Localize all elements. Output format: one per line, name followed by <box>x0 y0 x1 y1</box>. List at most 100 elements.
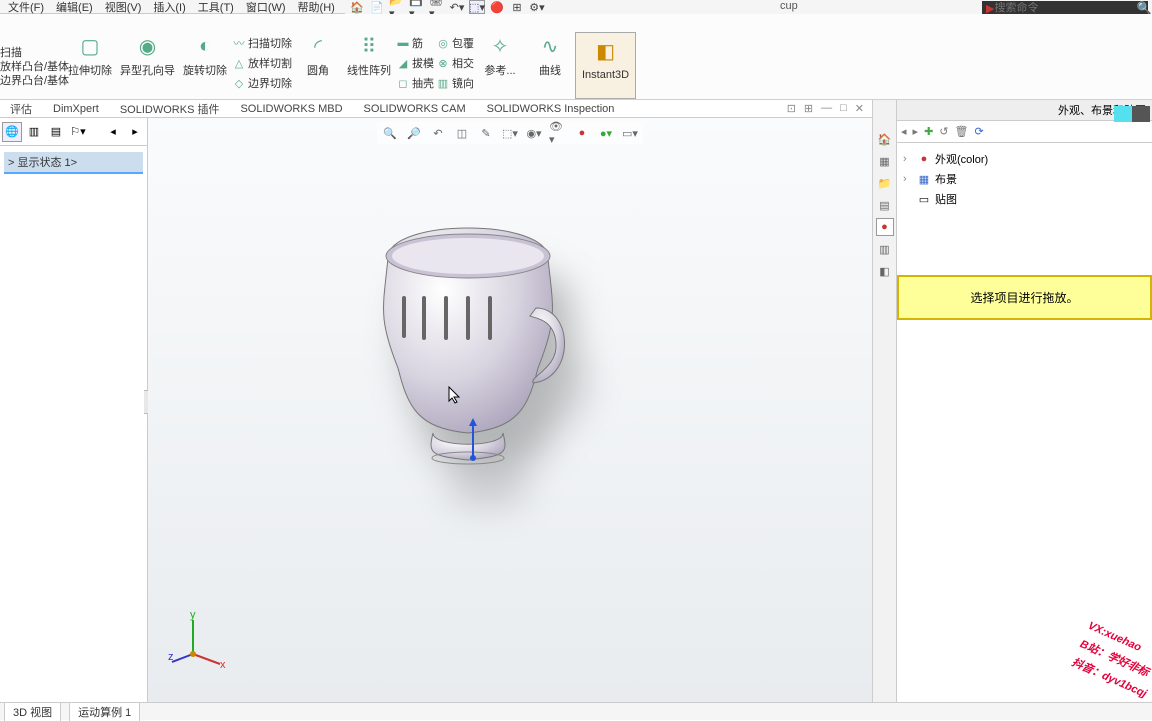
section-view-icon[interactable]: ◫ <box>453 124 471 142</box>
fillet-group[interactable]: ◜ 圆角 <box>293 32 343 99</box>
svg-text:y: y <box>190 612 196 621</box>
tree-nav-left-icon[interactable]: ◂ <box>103 122 123 142</box>
hole-wizard-group[interactable]: ◉ 异型孔向导 <box>116 32 179 99</box>
cup-model[interactable] <box>358 218 578 478</box>
dimxpert-manager-tab-icon[interactable]: ⚐▾ <box>68 122 88 142</box>
mirror-icon: ▥ <box>436 76 450 90</box>
tp-history-icon[interactable]: ↺ <box>939 125 948 138</box>
linear-pattern-icon: ⠿ <box>353 32 385 60</box>
open-icon[interactable]: 📂▾ <box>389 0 405 14</box>
appearance-tree[interactable]: ›●外观(color) ›▦布景 ▭贴图 <box>897 143 1152 215</box>
ref-geometry-group[interactable]: ✧ 参考... <box>475 32 525 99</box>
shell-button[interactable]: ◻抽壳 <box>395 74 435 92</box>
tp-file-explorer-icon[interactable]: 📁 <box>876 174 894 192</box>
search-icon[interactable]: 🔍 <box>1136 1 1151 15</box>
tree-nav-right-icon[interactable]: ▸ <box>125 122 145 142</box>
appearance-tree-color[interactable]: ›●外观(color) <box>903 149 1146 169</box>
undo-icon[interactable]: ↶▾ <box>449 0 465 14</box>
ref-geometry-icon: ✧ <box>484 32 516 60</box>
prev-view-icon[interactable]: ↶ <box>429 124 447 142</box>
instant3d-button[interactable]: ◧ Instant3D <box>575 32 636 99</box>
revolve-cut-group[interactable]: ◐ 旋转切除 <box>179 32 231 99</box>
view-orientation-icon[interactable]: ⬚▾ <box>501 124 519 142</box>
command-manager-tabs: 评估 DimXpert SOLIDWORKS 插件 SOLIDWORKS MBD… <box>0 100 872 118</box>
tp-view-palette-icon[interactable]: ▤ <box>876 196 894 214</box>
tab-dimxpert[interactable]: DimXpert <box>43 101 110 117</box>
ribbon-left-labels: 扫描 放样凸台/基体 边界凸台/基体 <box>0 46 60 88</box>
wrap-button[interactable]: ◎包覆 <box>435 34 475 52</box>
bottom-tab-3dview[interactable]: 3D 视图 <box>4 702 61 721</box>
viewport-split-icon[interactable]: ⊞ <box>804 102 813 115</box>
tp-resources-icon[interactable]: 🏠 <box>876 130 894 148</box>
viewport-window-controls: ⊡ ⊞ — □ ✕ <box>787 102 872 115</box>
options-icon[interactable]: ⊞ <box>509 0 525 14</box>
tp-back-icon[interactable]: ◂ <box>901 125 907 138</box>
bottom-tab-bar: 3D 视图 运动算例 1 <box>0 702 1152 720</box>
intersect-button[interactable]: ⊗相交 <box>435 54 475 72</box>
feature-tree-tab-icon[interactable]: 🌐 <box>2 122 22 142</box>
tp-custom-props-icon[interactable]: ▥ <box>876 240 894 258</box>
tp-delete-icon[interactable]: 🗑 <box>955 125 969 138</box>
taskpane-corner-swatch[interactable] <box>1114 106 1150 122</box>
edit-appearance-icon[interactable]: ● <box>573 124 591 142</box>
loft-cut-button[interactable]: △放样切割 <box>231 54 293 72</box>
display-style-icon[interactable]: ◉▾ <box>525 124 543 142</box>
extrude-cut-icon: ▢ <box>74 32 106 60</box>
graphics-viewport[interactable]: 🔍 🔎 ↶ ◫ ✎ ⬚▾ ◉▾ 👁▾ ● ●▾ ▭▾ <box>148 118 872 702</box>
hide-show-items-icon[interactable]: 👁▾ <box>549 124 567 142</box>
search-input[interactable] <box>994 2 1136 14</box>
tp-appearances-icon[interactable]: ● <box>876 218 894 236</box>
curves-group[interactable]: ∿ 曲线 <box>525 32 575 99</box>
zoom-area-icon[interactable]: 🔎 <box>405 124 423 142</box>
settings-icon[interactable]: ⚙▾ <box>529 0 545 14</box>
sweep-cut-button[interactable]: 〰扫描切除 <box>231 34 293 52</box>
world-triad-icon: y x z <box>168 612 228 672</box>
appearance-tree-scene[interactable]: ›▦布景 <box>903 169 1146 189</box>
appearance-tree-decal[interactable]: ▭贴图 <box>903 189 1146 209</box>
task-pane-tabs: 🏠 ▦ 📁 ▤ ● ▥ ◧ <box>873 100 897 702</box>
feature-tree[interactable]: > 显示状态 1> <box>0 146 147 180</box>
tab-plugins[interactable]: SOLIDWORKS 插件 <box>110 99 231 119</box>
viewport-minimize-icon[interactable]: — <box>821 102 832 115</box>
tab-inspection[interactable]: SOLIDWORKS Inspection <box>477 101 626 117</box>
draft-button[interactable]: ◢拔模 <box>395 54 435 72</box>
command-search[interactable]: ▶ 🔍 <box>982 1 1148 15</box>
tab-cam[interactable]: SOLIDWORKS CAM <box>354 101 477 117</box>
tp-refresh-icon[interactable]: ⟳ <box>974 125 983 138</box>
extrude-cut-group[interactable]: ▢ 拉伸切除 <box>64 32 116 99</box>
scene-icon: ▦ <box>917 172 931 186</box>
select-icon[interactable]: ⬚▾ <box>469 0 485 14</box>
viewport-close-icon[interactable]: ✕ <box>855 102 864 115</box>
view-settings-icon[interactable]: ▭▾ <box>621 124 639 142</box>
tp-forum-icon[interactable]: ◧ <box>876 262 894 280</box>
tp-design-library-icon[interactable]: ▦ <box>876 152 894 170</box>
tp-plus-icon[interactable]: ✚ <box>924 125 933 138</box>
rebuild-icon[interactable]: 🔴 <box>489 0 505 14</box>
save-icon[interactable]: 💾▾ <box>409 0 425 14</box>
print-icon[interactable]: 🖨▾ <box>429 0 445 14</box>
bottom-tab-motion[interactable]: 运动算例 1 <box>69 702 140 721</box>
mirror-button[interactable]: ▥镜向 <box>435 74 475 92</box>
dynamic-annotation-icon[interactable]: ✎ <box>477 124 495 142</box>
display-state-node[interactable]: > 显示状态 1> <box>4 152 143 174</box>
zoom-fit-icon[interactable]: 🔍 <box>381 124 399 142</box>
rib-button[interactable]: ▬筋 <box>395 34 435 52</box>
tab-evaluate[interactable]: 评估 <box>0 99 43 119</box>
config-manager-tab-icon[interactable]: ▤ <box>46 122 66 142</box>
wrap-icon: ◎ <box>436 36 450 50</box>
property-manager-tab-icon[interactable]: ▥ <box>24 122 44 142</box>
heads-up-view-toolbar: 🔍 🔎 ↶ ◫ ✎ ⬚▾ ◉▾ 👁▾ ● ●▾ ▭▾ <box>377 122 643 144</box>
boundary-cut-button[interactable]: ◇边界切除 <box>231 74 293 92</box>
curves-icon: ∿ <box>534 32 566 60</box>
home-icon[interactable]: 🏠 <box>349 0 365 14</box>
hole-wizard-icon: ◉ <box>132 32 164 60</box>
apply-scene-icon[interactable]: ●▾ <box>597 124 615 142</box>
viewport-popup-icon[interactable]: ⊡ <box>787 102 796 115</box>
tab-mbd[interactable]: SOLIDWORKS MBD <box>230 101 353 117</box>
linear-pattern-group[interactable]: ⠿ 线性阵列 <box>343 32 395 99</box>
viewport-maximize-icon[interactable]: □ <box>840 102 847 115</box>
draft-icon: ◢ <box>396 56 410 70</box>
tp-forward-icon[interactable]: ▸ <box>913 125 919 138</box>
new-doc-icon[interactable]: 📄 <box>369 0 385 14</box>
revolve-cut-icon: ◐ <box>189 32 221 60</box>
